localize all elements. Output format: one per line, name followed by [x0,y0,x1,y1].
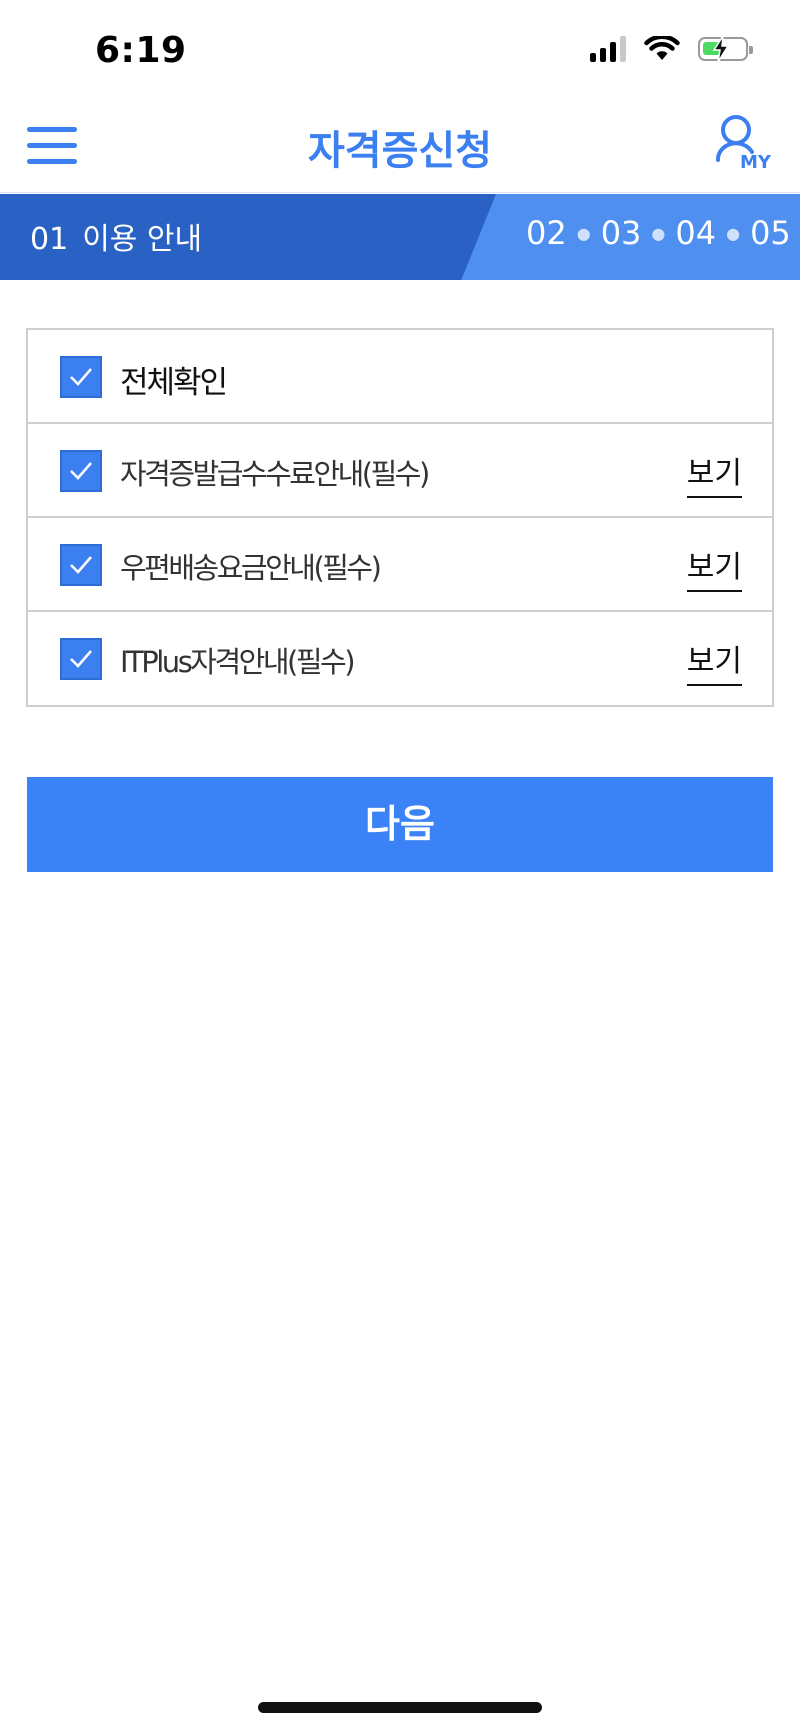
header: 자격증신청 MY [0,100,800,193]
agree-shipping-label: 우편배송요금안내(필수) [120,551,382,585]
status-time: 6:19 [95,30,187,71]
step-04: 04 [675,214,717,252]
my-label: MY [740,152,771,173]
step-remaining: 02 ● 03 ● 04 ● 05 [526,214,791,252]
view-shipping-link[interactable]: 보기 [686,542,742,592]
my-button[interactable]: MY [714,112,778,174]
step-03: 03 [600,214,642,252]
step-current: 01 이용 안내 [30,214,202,258]
view-itplus-link[interactable]: 보기 [686,636,742,686]
home-indicator[interactable] [258,1702,542,1713]
agreement-box: 전체확인 자격증발급수수료안내(필수) 보기 우편배송요금안내(필수) 보기 I… [26,328,774,707]
wifi-icon [644,36,680,60]
signal-icon [590,36,626,62]
agree-row-fee[interactable]: 자격증발급수수료안내(필수) 보기 [28,424,772,518]
agree-shipping-checkbox[interactable] [60,544,102,586]
step-dot: ● [651,223,666,243]
step-05: 05 [750,214,791,252]
step-current-label: 이용 안내 [82,222,203,257]
page-title: 자격증신청 [308,128,492,174]
check-icon [70,368,92,386]
step-02: 02 [526,214,567,252]
step-progress-bar: 01 이용 안내 02 ● 03 ● 04 ● 05 [0,194,800,280]
agree-all-checkbox[interactable] [60,356,102,398]
step-dot: ● [726,223,741,243]
agree-fee-label: 자격증발급수수료안내(필수) [120,457,430,491]
status-icons [590,36,753,62]
agree-row-shipping[interactable]: 우편배송요금안내(필수) 보기 [28,518,772,612]
battery-charging-icon [698,36,753,62]
check-icon [70,556,92,574]
agree-itplus-label: ITPlus자격안내(필수) [120,645,356,679]
agree-row-itplus[interactable]: ITPlus자격안내(필수) 보기 [28,612,772,706]
step-current-number: 01 [30,222,69,257]
view-fee-link[interactable]: 보기 [686,448,742,498]
agree-fee-checkbox[interactable] [60,450,102,492]
agree-row-all[interactable]: 전체확인 [28,330,772,424]
step-dot: ● [576,223,591,243]
check-icon [70,650,92,668]
check-icon [70,462,92,480]
agree-itplus-checkbox[interactable] [60,638,102,680]
next-button[interactable]: 다음 [27,777,773,872]
status-bar: 6:19 [0,0,800,100]
agree-all-label: 전체확인 [120,365,228,401]
